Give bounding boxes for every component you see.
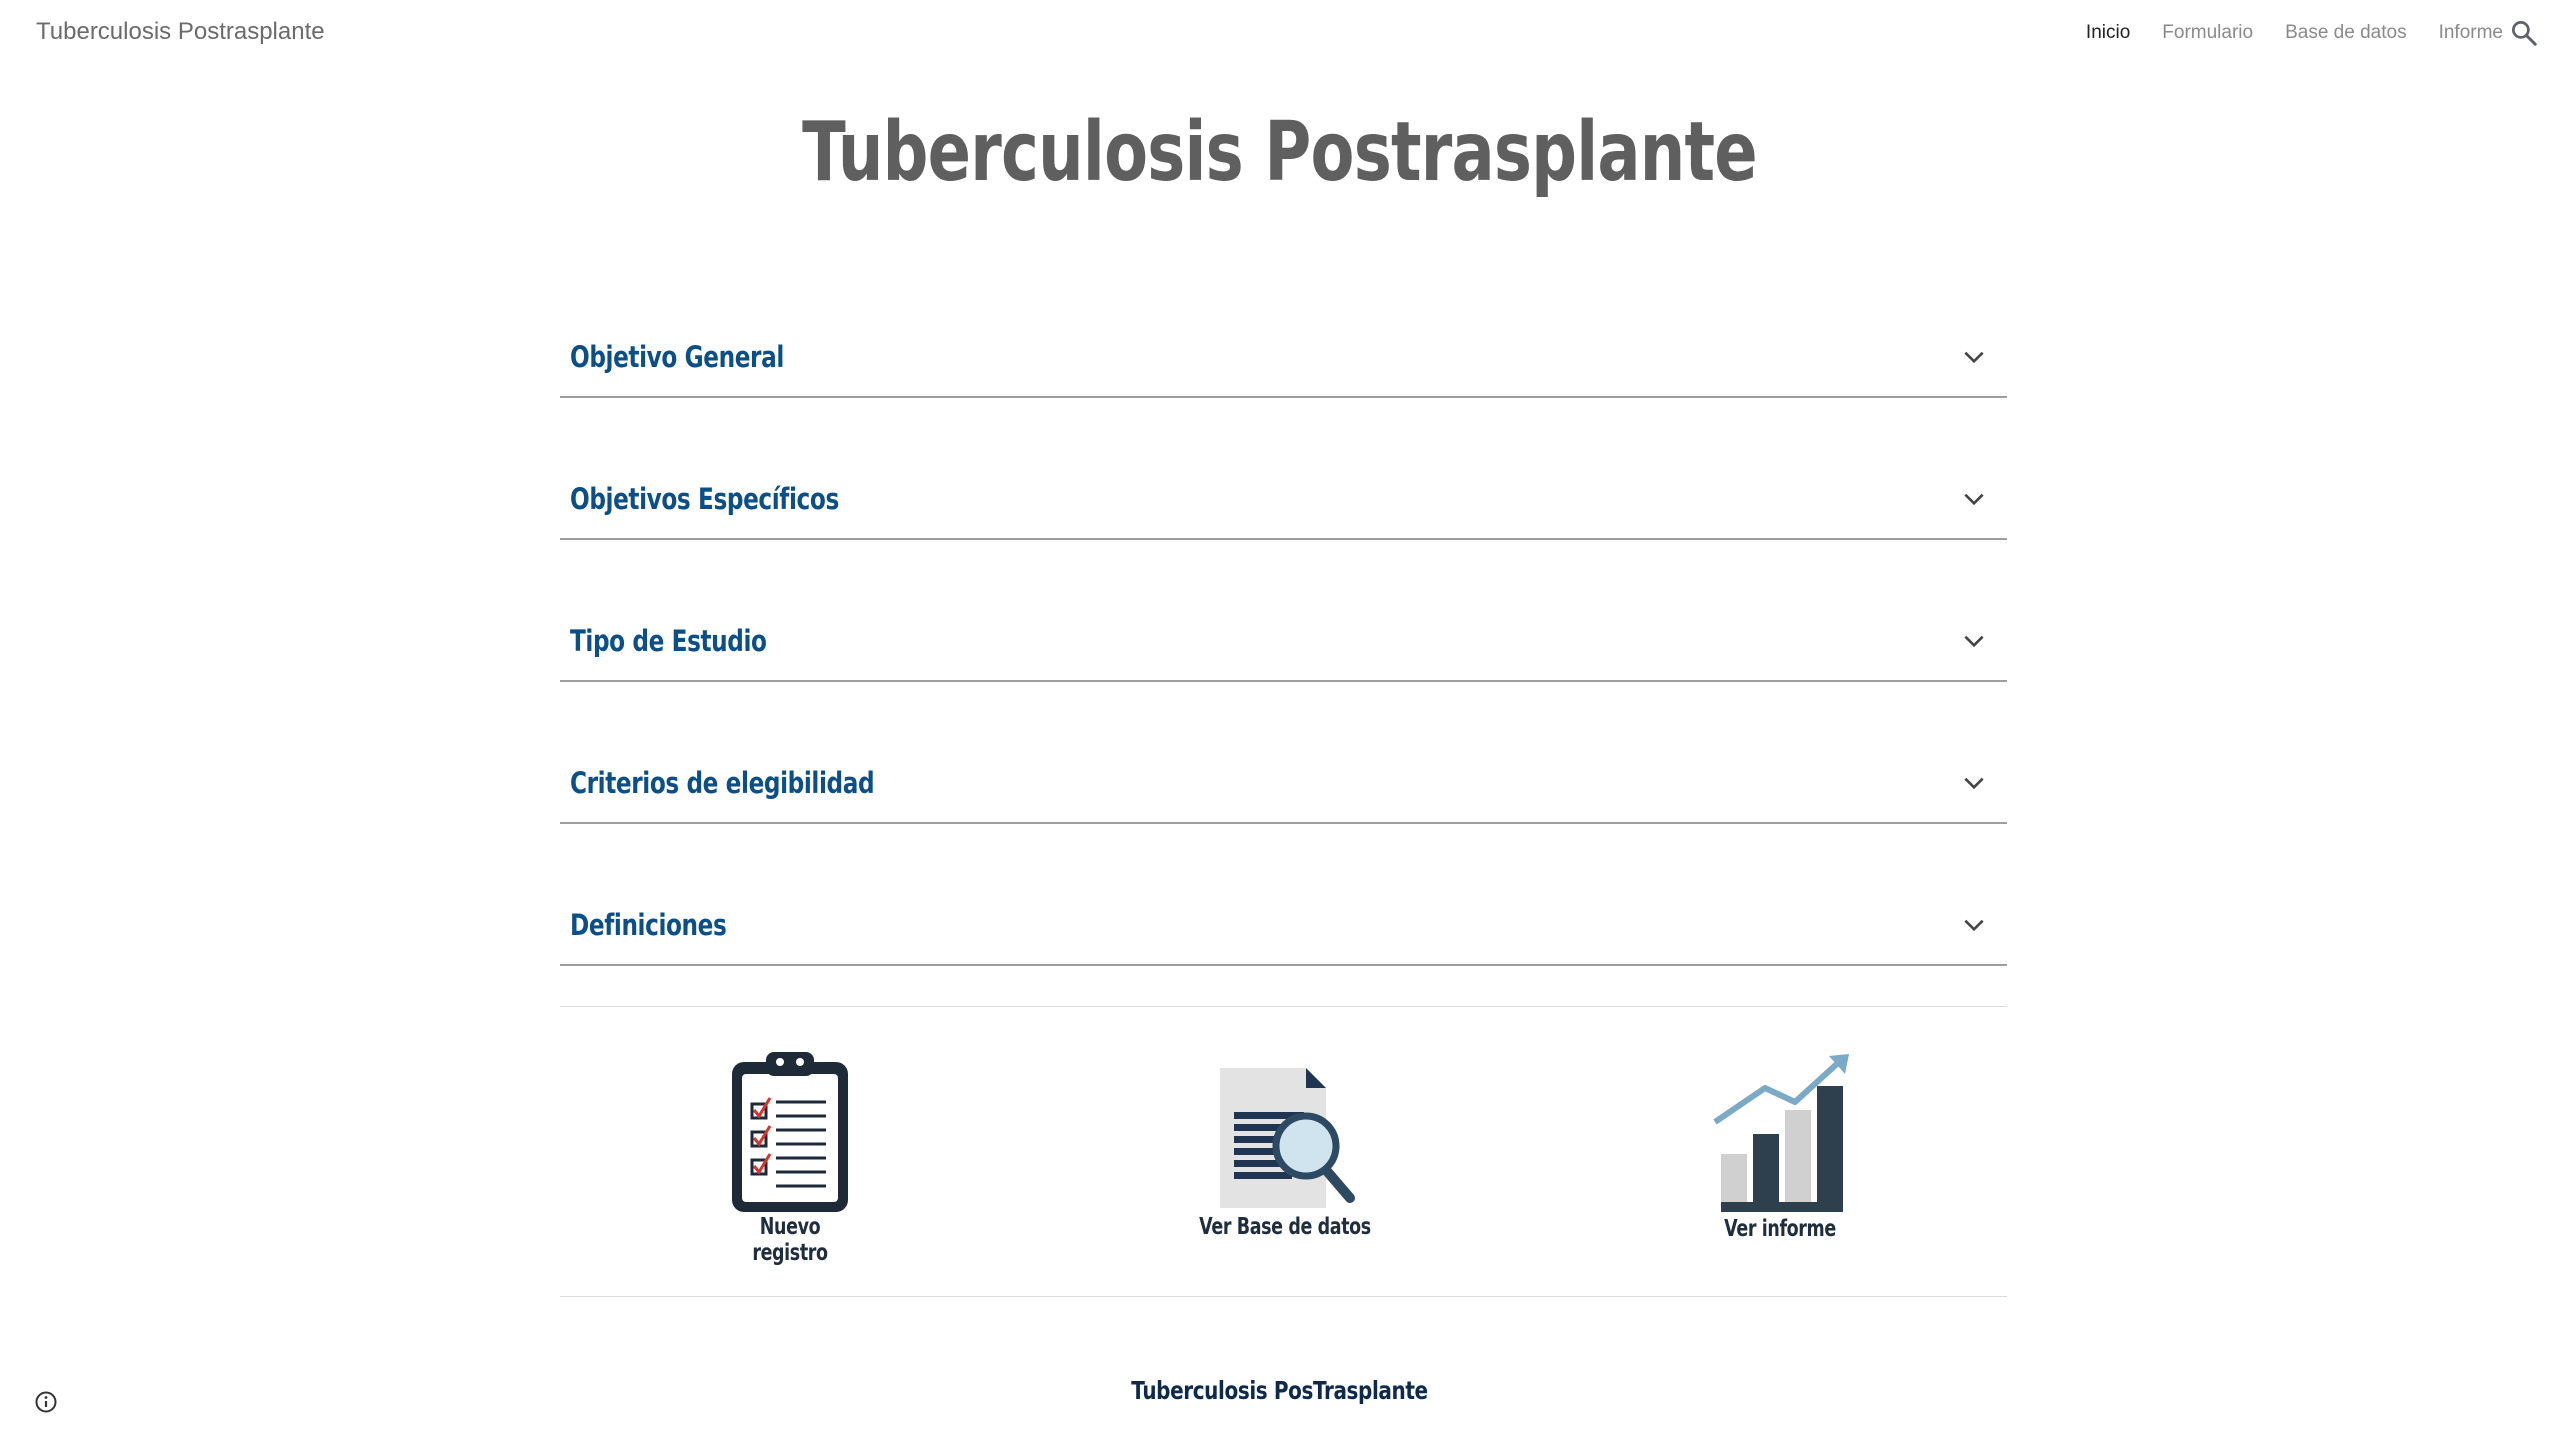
accordion-item-label: Definiciones <box>570 908 727 942</box>
nav-item-formulario[interactable]: Formulario <box>2162 22 2253 44</box>
tile-label: Ver informe <box>1724 1216 1836 1242</box>
accordion: Objetivo General Objetivos Específicos T… <box>560 300 2007 1010</box>
accordion-item-label: Objetivos Específicos <box>570 482 839 516</box>
search-icon[interactable] <box>2509 18 2539 48</box>
nav-item-base-de-datos[interactable]: Base de datos <box>2285 22 2406 44</box>
nav-item-informe[interactable]: Informe <box>2439 22 2503 44</box>
tile-ver-informe[interactable]: Ver informe <box>1690 1052 1870 1242</box>
tile-label: Ver Base de datos <box>1199 1214 1371 1240</box>
accordion-item-objetivo-general[interactable]: Objetivo General <box>560 300 2007 398</box>
accordion-item-criterios-de-elegibilidad[interactable]: Criterios de elegibilidad <box>560 726 2007 824</box>
chevron-down-icon[interactable] <box>1961 628 1987 654</box>
tile-ver-base-de-datos[interactable]: Ver Base de datos <box>1170 1060 1400 1240</box>
site-title[interactable]: Tuberculosis Postrasplante <box>36 18 325 46</box>
accordion-item-objetivos-especificos[interactable]: Objetivos Específicos <box>560 442 2007 540</box>
accordion-item-label: Objetivo General <box>570 340 784 374</box>
chevron-down-icon[interactable] <box>1961 770 1987 796</box>
chevron-down-icon[interactable] <box>1961 486 1987 512</box>
main-nav: Inicio Formulario Base de datos Informe <box>2086 22 2503 44</box>
nav-item-inicio[interactable]: Inicio <box>2086 22 2130 44</box>
tile-label: Nuevo registro <box>752 1214 828 1266</box>
tile-nuevo-registro[interactable]: Nuevo registro <box>700 1050 880 1266</box>
clipboard-checklist-icon <box>732 1052 848 1212</box>
bar-chart-growth-icon <box>1713 1054 1849 1212</box>
section-divider-bottom <box>560 1296 2007 1297</box>
section-divider-top <box>560 1006 2007 1007</box>
accordion-item-label: Criterios de elegibilidad <box>570 766 875 800</box>
footer-text: Tuberculosis PosTrasplante <box>1131 1376 1428 1405</box>
accordion-item-tipo-de-estudio[interactable]: Tipo de Estudio <box>560 584 2007 682</box>
document-search-icon <box>1220 1068 1355 1208</box>
accordion-item-definiciones[interactable]: Definiciones <box>560 868 2007 966</box>
page-title: Tuberculosis Postrasplante <box>802 105 1758 200</box>
top-navigation-bar: Tuberculosis Postrasplante Inicio Formul… <box>0 0 2559 72</box>
info-icon[interactable] <box>34 1390 58 1414</box>
chevron-down-icon[interactable] <box>1961 912 1987 938</box>
accordion-item-label: Tipo de Estudio <box>570 624 767 658</box>
chevron-down-icon[interactable] <box>1961 344 1987 370</box>
